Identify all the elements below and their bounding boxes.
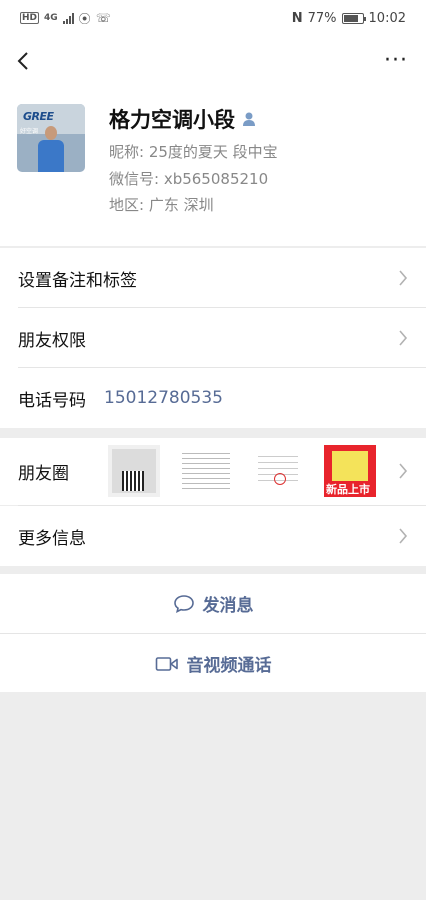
moment-thumb-document (252, 445, 304, 497)
remark-tags-row[interactable]: 设置备注和标签 (0, 248, 426, 308)
more-dots-icon[interactable]: ··· (384, 50, 408, 72)
more-info-row[interactable]: 更多信息 (0, 506, 426, 566)
send-message-button[interactable]: 发消息 (0, 574, 426, 633)
avatar-tagline: 好空调 (20, 128, 39, 135)
video-call-label: 音视频通话 (186, 656, 272, 676)
chevron-right-icon (399, 330, 408, 346)
nav-header: ··· (0, 36, 426, 86)
battery-percent: 77% (307, 10, 337, 26)
nickname-text: 昵称: 25度的夏天 段中宝 (109, 143, 278, 161)
chevron-left-icon[interactable] (14, 50, 34, 72)
battery-icon (341, 12, 366, 24)
phone-label: 电话号码 (18, 390, 86, 411)
remark-tags-label: 设置备注和标签 (18, 270, 137, 291)
chat-bubble-icon (173, 594, 194, 613)
moment-thumb-poster: 新品上市 (324, 445, 376, 497)
network-type: 4G (44, 13, 58, 23)
profile-card: GREE 好空调 格力空调小段 昵称: 25度的夏天 段中宝 微信号: xb56… (0, 86, 426, 246)
moment-thumb-qr (108, 445, 160, 497)
hd-badge: HD (20, 12, 40, 24)
gree-logo: GREE (23, 110, 54, 123)
status-right: N 77% 10:02 (292, 11, 406, 26)
moment-thumb-table (180, 445, 232, 497)
video-call-button[interactable]: 音视频通话 (0, 634, 426, 693)
moments-thumbnails: 新品上市 (108, 445, 376, 497)
video-camera-icon (155, 656, 178, 671)
wifi-call-icon: ⦿ (78, 11, 91, 26)
chevron-right-icon (399, 528, 408, 544)
moments-row[interactable]: 朋友圈 新品上市 (0, 438, 426, 505)
name-row: 格力空调小段 (109, 104, 257, 134)
wechat-id-text: 微信号: xb565085210 (109, 170, 269, 188)
person-icon (243, 112, 255, 126)
avatar[interactable]: GREE 好空调 (17, 104, 85, 172)
clock: 10:02 (368, 10, 406, 26)
friend-permission-row[interactable]: 朋友权限 (0, 308, 426, 368)
status-left: HD 4G ⦿ ☏ (20, 10, 111, 27)
missed-call-icon: ☏ (95, 11, 111, 25)
contact-name: 格力空调小段 (109, 108, 235, 132)
more-info-label: 更多信息 (18, 528, 86, 549)
send-message-label: 发消息 (202, 596, 254, 616)
nfc-icon: N (291, 10, 303, 26)
status-bar: HD 4G ⦿ ☏ N 77% 10:02 (0, 0, 426, 36)
region-text: 地区: 广东 深圳 (109, 196, 214, 214)
moments-label: 朋友圈 (18, 464, 69, 484)
friend-permission-label: 朋友权限 (18, 330, 86, 351)
chevron-right-icon (399, 270, 408, 286)
phone-row: 电话号码 15012780535 (0, 368, 426, 428)
phone-number-link[interactable]: 15012780535 (104, 388, 223, 408)
signal-icon (62, 12, 74, 24)
chevron-right-icon (399, 463, 408, 479)
empty-area (0, 692, 426, 900)
